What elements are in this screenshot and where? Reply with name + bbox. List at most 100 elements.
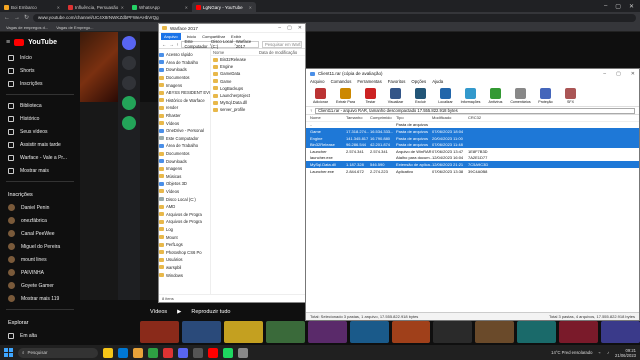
archive-row[interactable]: Engine 141.345.817 16.790.880 Pasta de arqu… bbox=[306, 134, 639, 142]
archive-row[interactable]: launcher.exe Atalho para docum... 12/04/20… bbox=[306, 155, 639, 162]
column-header[interactable]: Nome bbox=[213, 50, 259, 55]
tree-item[interactable]: Este Computador bbox=[159, 135, 210, 143]
bookmark-link[interactable]: Vagas de Emprego... bbox=[56, 25, 93, 30]
column-header[interactable]: Modificado bbox=[432, 115, 468, 120]
tree-item[interactable]: Imagens bbox=[159, 165, 210, 173]
sidebar-item[interactable]: Shorts bbox=[0, 64, 80, 77]
tree-item[interactable]: Documentos bbox=[159, 74, 210, 82]
url-input[interactable]: www.youtube.com/channel/UC4X8rNWKZdbPFWe… bbox=[33, 13, 636, 22]
toolbar-button[interactable]: Adicionar bbox=[310, 87, 331, 104]
app-icon[interactable] bbox=[223, 347, 233, 358]
minimize-icon[interactable]: – bbox=[278, 25, 281, 31]
sidebar-item[interactable]: Seus vídeos bbox=[0, 125, 80, 138]
app-icon[interactable] bbox=[103, 347, 113, 358]
forward-icon[interactable]: → bbox=[14, 15, 20, 21]
close-icon[interactable]: ✕ bbox=[631, 71, 635, 77]
archive-row[interactable]: MySql.Data.dll 1.187.328 546.590 Extensão d… bbox=[306, 161, 639, 168]
column-header[interactable]: Tamanho bbox=[346, 115, 370, 120]
sidebar-item[interactable]: Em alta bbox=[0, 329, 80, 342]
tree-item[interactable]: Disco Local (C:) bbox=[159, 195, 210, 203]
server-icon[interactable] bbox=[122, 56, 136, 70]
browser-tab[interactable]: WhatsApp ✕ bbox=[128, 2, 192, 12]
tree-item[interactable]: Arquivos de Progra bbox=[159, 218, 210, 226]
close-icon[interactable]: ✕ bbox=[298, 25, 302, 31]
back-icon[interactable]: ← bbox=[162, 42, 166, 47]
close-tab-icon[interactable]: ✕ bbox=[185, 5, 188, 10]
menu-item[interactable]: Ajuda bbox=[432, 79, 443, 84]
tree-item[interactable]: Log bbox=[159, 226, 210, 234]
network-icon[interactable]: ⌁ bbox=[598, 350, 601, 355]
app-icon[interactable] bbox=[238, 347, 248, 358]
video-thumbnail[interactable] bbox=[475, 321, 515, 343]
sidebar-item[interactable]: Inscrições bbox=[0, 77, 80, 90]
archive-row[interactable]: Launcher.exe 2.844.672 2.274.223 Aplicativo… bbox=[306, 168, 639, 175]
browser-tab[interactable]: Boi Embarco ✕ bbox=[0, 2, 64, 12]
file-row[interactable]: Engine bbox=[211, 63, 305, 70]
sidebar-item[interactable]: Histórico bbox=[0, 112, 80, 125]
close-tab-icon[interactable]: ✕ bbox=[249, 5, 252, 10]
menu-item[interactable]: Favoritos bbox=[388, 79, 406, 84]
tree-item[interactable]: Vídeos bbox=[159, 188, 210, 196]
tree-item[interactable]: Objetos 3D bbox=[159, 180, 210, 188]
video-thumbnail[interactable] bbox=[517, 321, 557, 343]
file-row[interactable]: LogBackups bbox=[211, 85, 305, 92]
sidebar-item[interactable]: Daniel Penin bbox=[0, 201, 80, 214]
sidebar-item[interactable]: Miguel do Pereira bbox=[0, 240, 80, 253]
column-header[interactable]: Tipo bbox=[396, 115, 432, 120]
toolbar-button[interactable]: Antivírus bbox=[485, 87, 506, 104]
app-icon[interactable] bbox=[178, 347, 188, 358]
file-row[interactable]: MySql.Data.dll bbox=[211, 99, 305, 106]
minimize-icon[interactable]: – bbox=[603, 71, 606, 77]
video-thumbnail[interactable] bbox=[601, 321, 640, 343]
tree-item[interactable]: OneDrive - Personal bbox=[159, 127, 210, 135]
browser-tab[interactable]: Influência, Persuasão e Gest✕ bbox=[64, 2, 128, 12]
path-breadcrumb[interactable]: Este Computador › Disco Local (C:) › War… bbox=[181, 39, 259, 49]
tree-item[interactable]: Músicas bbox=[159, 173, 210, 181]
file-row[interactable]: server_profile bbox=[211, 106, 305, 113]
toolbar-button[interactable]: Localizar bbox=[435, 87, 456, 104]
file-row[interactable]: Launcherproject bbox=[211, 92, 305, 99]
discord-home-icon[interactable] bbox=[122, 36, 136, 50]
sidebar-item[interactable]: Mostrar mais 119 bbox=[0, 292, 80, 305]
tree-item[interactable]: Downloads bbox=[159, 157, 210, 165]
tree-item[interactable]: Imagens bbox=[159, 81, 210, 89]
add-server-icon[interactable] bbox=[122, 96, 136, 110]
file-row[interactable]: GameData bbox=[211, 70, 305, 77]
archive-row[interactable]: .. Pasta de arquivos bbox=[306, 122, 639, 129]
sidebar-item[interactable]: Warface - Vale a Pr... bbox=[0, 151, 80, 164]
video-thumbnail[interactable] bbox=[181, 321, 221, 343]
video-thumbnail[interactable] bbox=[223, 321, 263, 343]
tree-item[interactable]: Documentos bbox=[159, 150, 210, 158]
column-header[interactable]: CRC32 bbox=[468, 115, 498, 120]
ribbon-tab[interactable]: Arquivo bbox=[161, 33, 181, 40]
sidebar-item[interactable]: Goyete Gamer bbox=[0, 279, 80, 292]
maximize-icon[interactable]: ▢ bbox=[615, 3, 621, 10]
start-button[interactable] bbox=[4, 348, 13, 357]
reload-icon[interactable]: ↻ bbox=[24, 14, 29, 21]
breadcrumb-item[interactable]: Disco Local (C:) bbox=[211, 39, 234, 49]
maximize-icon[interactable]: ▢ bbox=[616, 71, 621, 77]
archive-path[interactable]: Client11.rar - arquivo RAR, tamanho desc… bbox=[315, 107, 635, 114]
app-icon[interactable] bbox=[133, 347, 143, 358]
app-icon[interactable] bbox=[193, 347, 203, 358]
menu-item[interactable]: Opções bbox=[411, 79, 426, 84]
tree-item[interactable]: Vídeos bbox=[159, 119, 210, 127]
explore-servers-icon[interactable] bbox=[122, 116, 136, 130]
server-icon[interactable] bbox=[122, 76, 136, 90]
tree-item[interactable]: Área de Trabalho bbox=[159, 59, 210, 67]
close-tab-icon[interactable]: ✕ bbox=[57, 5, 60, 10]
video-thumbnail[interactable] bbox=[391, 321, 431, 343]
app-icon[interactable] bbox=[118, 347, 128, 358]
toolbar-button[interactable]: SFX bbox=[560, 87, 581, 104]
video-thumbnail[interactable] bbox=[559, 321, 599, 343]
video-thumbnail[interactable] bbox=[140, 321, 179, 343]
play-all-button[interactable]: Reproduzir tudo bbox=[191, 309, 230, 315]
forward-icon[interactable]: → bbox=[169, 42, 173, 47]
tree-item[interactable]: PerfLogs bbox=[159, 241, 210, 249]
column-header[interactable]: Comprimido bbox=[370, 115, 396, 120]
sidebar-item[interactable]: Biblioteca bbox=[0, 99, 80, 112]
tree-item[interactable]: AMD bbox=[159, 203, 210, 211]
tree-item[interactable]: Photoshop CS6 Po bbox=[159, 248, 210, 256]
sidebar-item[interactable]: Mostrar mais bbox=[0, 164, 80, 177]
sidebar-item[interactable]: Assistir mais tarde bbox=[0, 138, 80, 151]
